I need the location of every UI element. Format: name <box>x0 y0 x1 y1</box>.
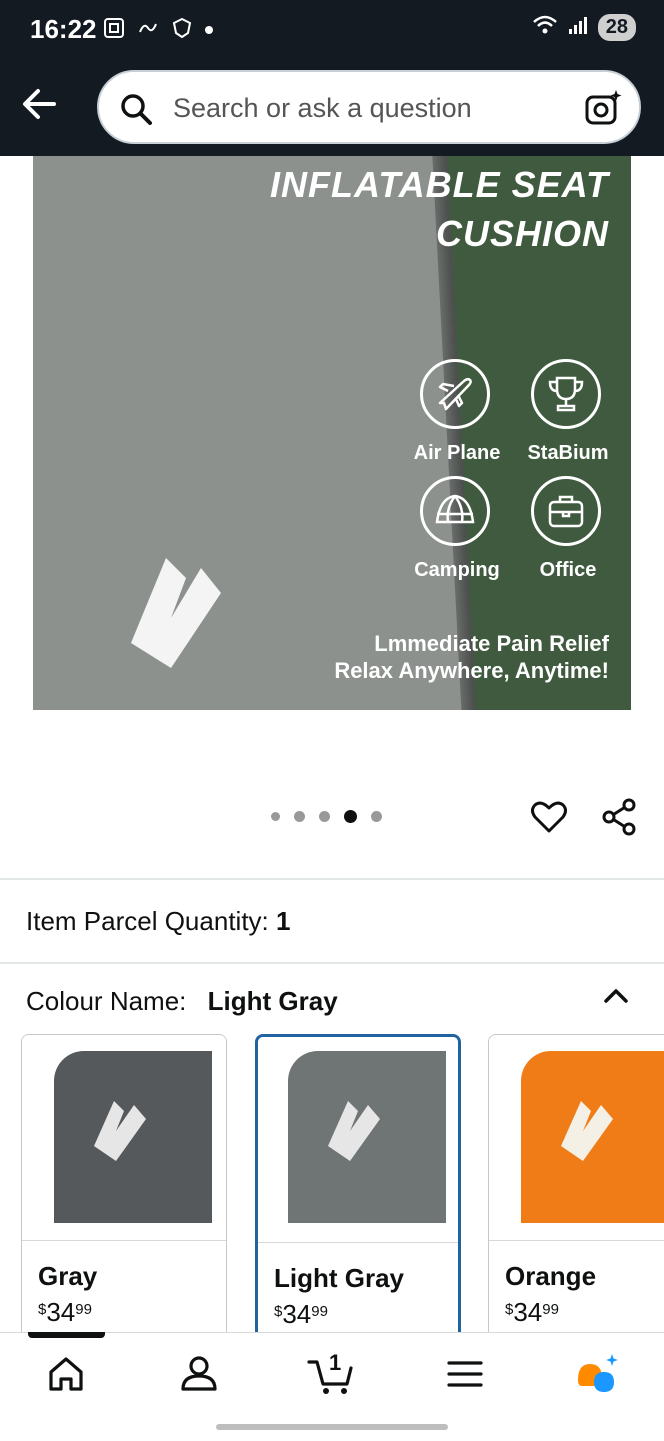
chevron-up-icon[interactable] <box>602 984 630 1011</box>
hero-title: INFLATABLE SEAT CUSHION <box>270 160 609 258</box>
swatch-mat <box>288 1051 446 1223</box>
trophy-icon <box>531 359 601 429</box>
carousel-dot[interactable] <box>319 811 330 822</box>
swatch-name: Orange <box>505 1261 597 1291</box>
carousel-dot-active[interactable] <box>344 810 357 823</box>
swatch-mat <box>54 1051 212 1223</box>
carousel-dots <box>271 810 382 823</box>
swatch-name: Light Gray <box>274 1263 405 1293</box>
nav-active-indicator <box>28 1332 105 1338</box>
cart-icon[interactable]: 1 <box>307 1350 357 1396</box>
divider <box>0 962 664 964</box>
battery-level: 28 <box>597 14 636 41</box>
signal-icon <box>568 15 588 40</box>
swatch-price: $3499 <box>505 1297 559 1328</box>
colour-name-value: Light Gray <box>207 986 338 1016</box>
price-currency: $ <box>274 1303 283 1320</box>
search-icon <box>119 92 153 131</box>
price-whole: 34 <box>282 1299 312 1329</box>
rufus-icon[interactable] <box>574 1352 622 1396</box>
carousel-dot[interactable] <box>294 811 305 822</box>
hero-tagline-line1: Lmmediate Pain Relief <box>374 631 609 656</box>
link-icon <box>136 16 160 45</box>
swatch-price: $3499 <box>274 1299 328 1330</box>
screenshot-icon <box>102 16 126 45</box>
status-icons <box>102 16 214 45</box>
swatch-image <box>22 1035 226 1241</box>
swatch-name: Gray <box>38 1261 98 1291</box>
price-whole: 34 <box>46 1297 76 1327</box>
price-currency: $ <box>38 1301 47 1318</box>
price-fraction: 99 <box>542 1301 559 1318</box>
feature-label-stadium: StaBium <box>527 442 609 464</box>
search-bar[interactable]: Search or ask a question <box>97 70 641 144</box>
back-button[interactable] <box>18 82 62 126</box>
item-parcel-quantity: Item Parcel Quantity: 1 <box>26 906 290 937</box>
carousel-dot[interactable] <box>371 811 382 822</box>
hero-title-line2: CUSHION <box>435 213 609 254</box>
swatch-orange[interactable]: Orange $3499 <box>488 1034 664 1344</box>
swatch-price: $3499 <box>38 1297 92 1328</box>
hero-title-line1: INFLATABLE SEAT <box>270 164 609 205</box>
divider <box>0 878 664 880</box>
app-header: 16:22 28 Search or ask a question <box>0 0 664 156</box>
colour-name-label: Colour Name: <box>26 986 187 1016</box>
tent-icon <box>420 476 490 546</box>
wishlist-heart-icon[interactable] <box>530 798 568 841</box>
feature-label-airplane: Air Plane <box>413 442 501 464</box>
carousel-dot[interactable] <box>271 812 280 821</box>
swatch-image <box>258 1037 458 1243</box>
cart-count: 1 <box>329 1350 342 1375</box>
hero-tagline: Lmmediate Pain Relief Relax Anywhere, An… <box>334 630 609 684</box>
colour-name-row[interactable]: Colour Name: Light Gray <box>26 986 338 1017</box>
price-currency: $ <box>505 1301 514 1318</box>
wifi-icon <box>532 14 558 41</box>
shield-icon <box>170 16 194 45</box>
product-image[interactable]: INFLATABLE SEAT CUSHION Air Plane StaBiu… <box>33 156 631 710</box>
price-fraction: 99 <box>75 1301 92 1318</box>
notification-dot-icon <box>204 22 214 40</box>
price-whole: 34 <box>513 1297 543 1327</box>
camera-search-icon[interactable] <box>583 88 623 133</box>
feature-label-camping: Camping <box>414 559 500 581</box>
account-icon[interactable] <box>177 1352 221 1396</box>
status-time: 16:22 <box>30 14 97 44</box>
item-parcel-value: 1 <box>276 906 291 936</box>
swatch-gray[interactable]: Gray $3499 <box>21 1034 227 1344</box>
status-right: 28 <box>532 14 636 41</box>
swatch-light-gray[interactable]: Light Gray $3499 <box>255 1034 461 1344</box>
feature-label-office: Office <box>539 559 597 581</box>
status-bar: 16:22 28 <box>0 0 664 62</box>
airplane-icon <box>420 359 490 429</box>
hero-tagline-line2: Relax Anywhere, Anytime! <box>334 658 609 683</box>
swatch-image <box>489 1035 664 1241</box>
briefcase-icon <box>531 476 601 546</box>
home-icon[interactable] <box>44 1352 88 1396</box>
gesture-home-bar[interactable] <box>216 1424 448 1430</box>
price-fraction: 99 <box>311 1303 328 1320</box>
swatch-mat <box>521 1051 664 1223</box>
back-arrow-icon <box>23 89 56 119</box>
search-input[interactable]: Search or ask a question <box>173 93 472 124</box>
menu-icon[interactable] <box>443 1352 487 1396</box>
share-icon[interactable] <box>600 798 638 841</box>
item-parcel-label: Item Parcel Quantity: <box>26 906 269 936</box>
brand-logo <box>111 548 261 698</box>
